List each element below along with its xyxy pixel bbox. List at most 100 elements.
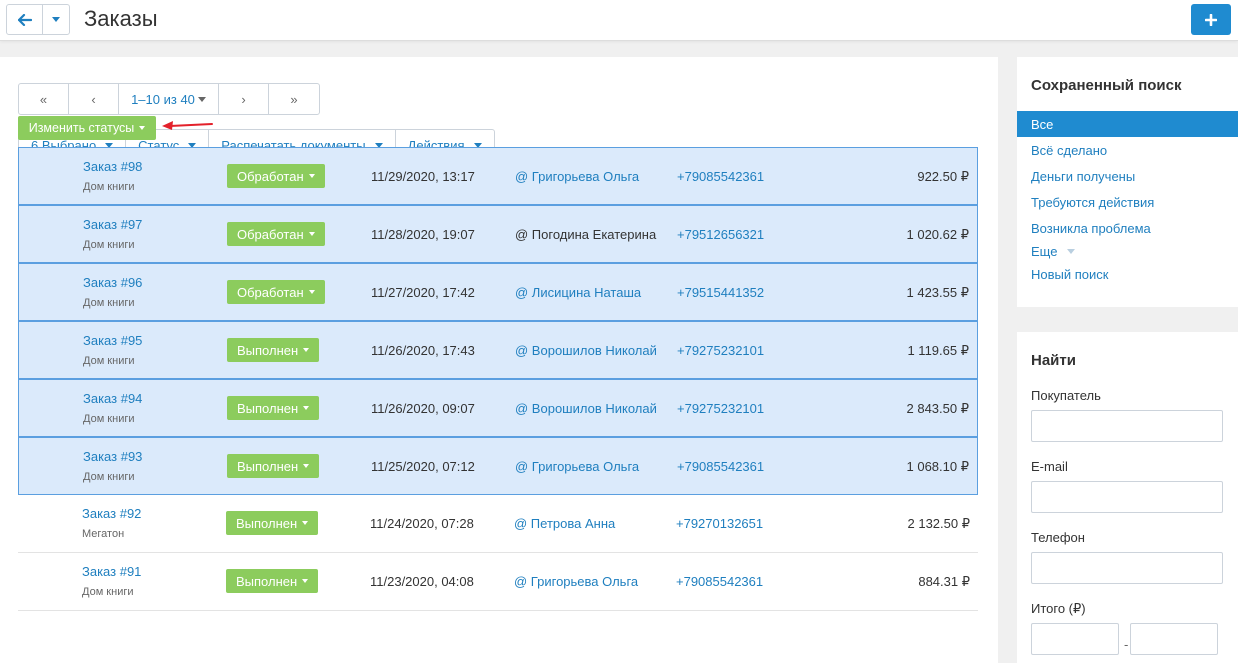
table-row[interactable]: Заказ #96 Дом книги Обработан 11/27/2020, 1… bbox=[18, 263, 978, 321]
add-order-button[interactable] bbox=[1191, 4, 1231, 35]
status-dropdown[interactable]: Выполнен bbox=[226, 511, 319, 535]
status-dropdown[interactable]: Выполнен bbox=[227, 454, 320, 478]
chevron-down-icon bbox=[302, 579, 309, 583]
last-page-button[interactable]: » bbox=[269, 84, 319, 114]
phone-input[interactable] bbox=[1031, 552, 1223, 584]
customer-link[interactable]: @ Погодина Екатерина bbox=[515, 227, 656, 242]
chevron-down-icon bbox=[139, 126, 146, 130]
order-total: 1 423.55 ₽ bbox=[906, 285, 970, 300]
phone-link[interactable]: +79275232101 bbox=[677, 343, 764, 358]
arrow-left-icon bbox=[17, 13, 32, 26]
phone-link[interactable]: +79270132651 bbox=[676, 516, 763, 531]
chevron-down-icon bbox=[1067, 248, 1076, 254]
order-link[interactable]: Заказ #94 bbox=[83, 391, 142, 406]
customer-name: @ Лисицина Наташа bbox=[515, 285, 642, 300]
status-dropdown[interactable]: Выполнен bbox=[226, 569, 319, 593]
table-row[interactable]: Заказ #91 Дом книги Выполнен 11/23/2020, 04… bbox=[18, 553, 978, 611]
find-panel: Найти Покупатель E-mail Телефон Итого (₽… bbox=[1017, 332, 1238, 663]
shop-name: Дом книги bbox=[83, 413, 135, 425]
order-total: 1 119.65 ₽ bbox=[907, 343, 969, 358]
table-row[interactable]: Заказ #95 Дом книги Выполнен 11/26/2020, 17… bbox=[18, 321, 978, 379]
first-page-button[interactable]: « bbox=[19, 84, 69, 114]
page-title: Заказы bbox=[84, 6, 158, 31]
customer-name: @ Погодина Екатерина bbox=[515, 227, 657, 242]
saved-search-item[interactable]: Деньги получены bbox=[1017, 163, 1238, 189]
chevron-down-icon bbox=[52, 17, 60, 22]
customer-link[interactable]: @ Григорьева Ольга bbox=[514, 574, 638, 589]
order-link[interactable]: Заказ #97 bbox=[83, 217, 142, 232]
phone-link[interactable]: +79275232101 bbox=[677, 401, 764, 416]
saved-search-item[interactable]: Все bbox=[1017, 111, 1238, 137]
status-dropdown[interactable]: Обработан bbox=[227, 164, 325, 188]
status-dropdown[interactable]: Выполнен bbox=[227, 396, 320, 420]
customer-link[interactable]: @ Ворошилов Николай bbox=[515, 343, 657, 358]
customer-link[interactable]: @ Григорьева Ольга bbox=[515, 459, 639, 474]
order-link[interactable]: Заказ #92 bbox=[82, 506, 141, 521]
order-link[interactable]: Заказ #93 bbox=[83, 449, 142, 464]
status-dropdown[interactable]: Обработан bbox=[227, 280, 325, 304]
saved-search-item[interactable]: Еще bbox=[1017, 241, 1238, 261]
chevron-down-icon bbox=[303, 406, 310, 410]
order-link[interactable]: Заказ #98 bbox=[83, 159, 142, 174]
saved-search-list: Все Всё сделано Деньги получены Требуются д… bbox=[1017, 111, 1238, 287]
customer-link[interactable]: @ Лисицина Наташа bbox=[515, 285, 641, 300]
back-button[interactable] bbox=[7, 5, 43, 34]
saved-search-item[interactable]: Требуются действия bbox=[1017, 189, 1238, 215]
saved-search-item-label: Требуются действия bbox=[1031, 194, 1155, 210]
customer-name: @ Григорьева Ольга bbox=[515, 459, 640, 474]
saved-search-panel: Сохраненный поиск Все Всё сделано Деньги п… bbox=[1017, 57, 1238, 307]
change-statuses-label: Изменить статусы bbox=[28, 121, 135, 135]
saved-search-item[interactable]: Возникла проблема bbox=[1017, 215, 1238, 241]
shop-name: Дом книги bbox=[82, 586, 134, 598]
customer-link[interactable]: @ Григорьева Ольга bbox=[515, 169, 639, 184]
chevron-down-icon bbox=[197, 96, 206, 102]
phone-link[interactable]: +79515441352 bbox=[677, 285, 764, 300]
buyer-input[interactable] bbox=[1031, 410, 1223, 442]
status-label: Выполнен bbox=[237, 400, 299, 416]
customer-link[interactable]: @ Петрова Анна bbox=[514, 516, 615, 531]
order-date: 11/23/2020, 04:08 bbox=[370, 574, 474, 589]
email-input[interactable] bbox=[1031, 481, 1223, 513]
order-link[interactable]: Заказ #91 bbox=[82, 564, 141, 579]
status-label: Обработан bbox=[237, 226, 304, 242]
saved-search-item-label: Возникла проблема bbox=[1031, 220, 1151, 236]
table-row[interactable]: Заказ #94 Дом книги Выполнен 11/26/2020, 09… bbox=[18, 379, 978, 437]
pagination: « ‹ 1–10 из 40 › » bbox=[18, 83, 320, 115]
status-dropdown[interactable]: Выполнен bbox=[227, 338, 320, 362]
order-link[interactable]: Заказ #96 bbox=[83, 275, 142, 290]
order-date: 11/28/2020, 19:07 bbox=[371, 227, 475, 242]
shop-name: Дом книги bbox=[83, 239, 135, 251]
phone-link[interactable]: +79085542361 bbox=[676, 574, 763, 589]
back-dropdown-button[interactable] bbox=[43, 5, 69, 34]
status-label: Выполнен bbox=[237, 458, 299, 474]
change-statuses-button[interactable]: Изменить статусы bbox=[18, 116, 156, 140]
page-range-dropdown[interactable]: 1–10 из 40 bbox=[119, 84, 219, 114]
status-dropdown[interactable]: Обработан bbox=[227, 222, 325, 246]
shop-name: Мегатон bbox=[82, 528, 125, 540]
customer-link[interactable]: @ Ворошилов Николай bbox=[515, 401, 657, 416]
next-page-button[interactable]: › bbox=[219, 84, 269, 114]
order-total: 2 843.50 ₽ bbox=[906, 401, 970, 416]
table-row[interactable]: Заказ #98 Дом книги Обработан 11/29/2020, 1… bbox=[18, 147, 978, 205]
order-date: 11/26/2020, 17:43 bbox=[371, 343, 475, 358]
table-row[interactable]: Заказ #97 Дом книги Обработан 11/28/2020, 1… bbox=[18, 205, 978, 263]
saved-search-item-label: Все bbox=[1031, 116, 1054, 132]
customer-name: @ Григорьева Ольга bbox=[514, 574, 639, 589]
chevron-down-icon bbox=[308, 232, 315, 236]
table-row[interactable]: Заказ #92 Мегатон Выполнен 11/24/2020, 07:2… bbox=[18, 495, 978, 553]
saved-search-item[interactable]: Новый поиск bbox=[1017, 261, 1238, 287]
total-min-input[interactable] bbox=[1031, 623, 1119, 655]
order-link[interactable]: Заказ #95 bbox=[83, 333, 142, 348]
phone-link[interactable]: +79512656321 bbox=[677, 227, 764, 242]
table-row[interactable]: Заказ #93 Дом книги Выполнен 11/25/2020, 07… bbox=[18, 437, 978, 495]
saved-search-item[interactable]: Всё сделано bbox=[1017, 137, 1238, 163]
phone-link[interactable]: +79085542361 bbox=[677, 169, 764, 184]
total-max-input[interactable] bbox=[1130, 623, 1218, 655]
prev-page-button[interactable]: ‹ bbox=[69, 84, 119, 114]
phone-label: Телефон bbox=[1031, 530, 1085, 545]
saved-search-title: Сохраненный поиск bbox=[1031, 77, 1182, 94]
status-label: Выполнен bbox=[236, 573, 298, 589]
status-label: Выполнен bbox=[237, 342, 299, 358]
phone-link[interactable]: +79085542361 bbox=[677, 459, 764, 474]
plus-icon bbox=[1205, 13, 1217, 26]
